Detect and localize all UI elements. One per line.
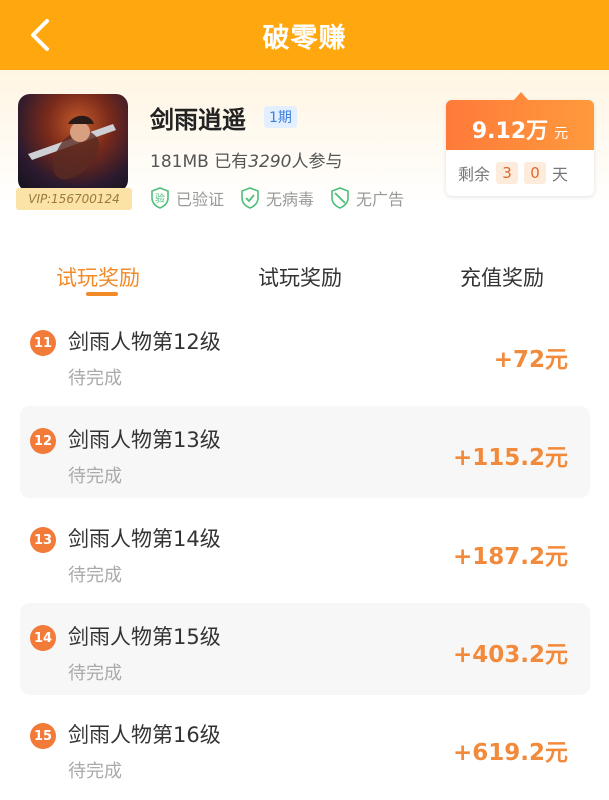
badge-verified-label: 已验证: [176, 190, 225, 209]
back-button[interactable]: [20, 13, 60, 57]
task-item[interactable]: 13 剑雨人物第14级 待完成 +187.2元: [20, 505, 590, 597]
task-status: 待完成: [68, 368, 122, 389]
reward-tabs: 试玩奖励 试玩奖励 充值奖励: [0, 258, 609, 308]
active-tab-indicator: [86, 292, 118, 296]
reward-unit: 元: [554, 126, 569, 142]
task-reward: +72元: [493, 347, 568, 373]
days-digit-2: 0: [524, 162, 547, 184]
total-reward-card: 9.12万 元 剩余 3 0 天: [446, 92, 594, 196]
task-title: 剑雨人物第16级: [68, 723, 221, 747]
task-title: 剑雨人物第15级: [68, 625, 221, 649]
verified-icon: 验: [150, 187, 170, 209]
badge-no-virus: 无病毒: [240, 186, 314, 210]
task-number-badge: 14: [30, 625, 56, 651]
task-number-badge: 15: [30, 723, 56, 749]
badge-no-ads: 无广告: [330, 186, 404, 210]
period-tag: 1期: [264, 106, 297, 128]
app-size: 181MB: [150, 152, 209, 172]
task-number-badge: 13: [30, 527, 56, 553]
remaining-label: 剩余: [458, 165, 491, 184]
tab-trial-reward-active[interactable]: 试玩奖励: [56, 262, 140, 292]
task-status: 待完成: [68, 761, 122, 782]
badge-no-ads-label: 无广告: [356, 190, 405, 209]
task-status: 待完成: [68, 466, 122, 487]
task-reward: +619.2元: [452, 740, 568, 766]
task-title: 剑雨人物第13级: [68, 428, 221, 452]
task-status: 待完成: [68, 663, 122, 684]
vip-badge: VIP:156700124: [16, 188, 132, 210]
task-reward: +187.2元: [452, 544, 568, 570]
task-item[interactable]: 14 剑雨人物第15级 待完成 +403.2元: [20, 603, 590, 695]
badge-verified: 验 已验证: [150, 186, 224, 210]
days-unit: 天: [552, 165, 569, 184]
task-item[interactable]: 11 剑雨人物第12级 待完成 +72元: [20, 308, 590, 400]
task-number-badge: 12: [30, 428, 56, 454]
badge-no-virus-label: 无病毒: [266, 190, 315, 209]
task-item[interactable]: 15 剑雨人物第16级 待完成 +619.2元: [20, 701, 590, 793]
task-number-badge: 11: [30, 330, 56, 356]
app-meta: 181MB 已有3290人参与: [150, 147, 342, 172]
participants-suffix: 人参与: [291, 152, 343, 172]
shield-slash-icon: [330, 187, 350, 209]
task-reward: +403.2元: [452, 642, 568, 668]
task-title: 剑雨人物第14级: [68, 527, 221, 551]
top-bar: 破零赚: [0, 0, 609, 70]
reward-pointer: [514, 92, 528, 100]
tab-recharge-reward[interactable]: 充值奖励: [460, 262, 544, 292]
participants-count: 3290: [248, 152, 292, 172]
participants-prefix: 已有: [214, 152, 249, 172]
svg-text:验: 验: [155, 192, 165, 205]
app-icon[interactable]: [18, 94, 128, 192]
task-status: 待完成: [68, 565, 122, 586]
app-name: 剑雨逍遥: [150, 106, 246, 134]
reward-amount-banner: 9.12万 元: [446, 100, 594, 150]
reward-amount: 9.12万: [471, 119, 549, 144]
task-title: 剑雨人物第12级: [68, 330, 221, 354]
page-title: 破零赚: [262, 22, 347, 54]
safety-badges: 验 已验证 无病毒 无广告: [150, 186, 420, 210]
remaining-days: 剩余 3 0 天: [446, 156, 594, 190]
tab-trial-reward[interactable]: 试玩奖励: [258, 262, 342, 292]
chevron-left-icon: [31, 19, 49, 51]
task-reward: +115.2元: [452, 445, 568, 471]
shield-check-icon: [240, 187, 260, 209]
game-art-icon: [28, 115, 116, 180]
task-item[interactable]: 12 剑雨人物第13级 待完成 +115.2元: [20, 406, 590, 498]
app-info-section: VIP:156700124 剑雨逍遥 1期 181MB 已有3290人参与 验 …: [0, 70, 609, 230]
days-digit-1: 3: [496, 162, 519, 184]
